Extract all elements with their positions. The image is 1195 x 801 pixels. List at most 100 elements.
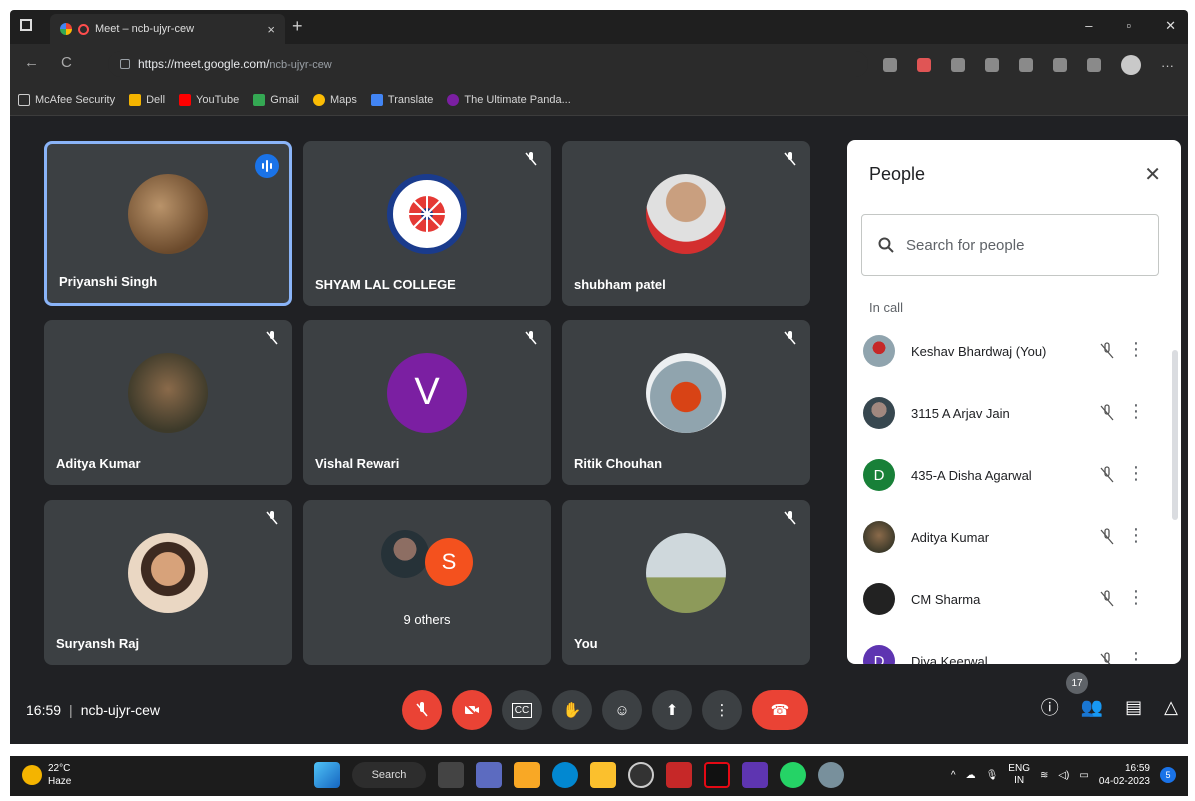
more-options-button[interactable]: ⋮	[702, 690, 742, 730]
lock-icon[interactable]	[120, 59, 130, 69]
people-icon[interactable]: 👥	[1081, 697, 1103, 718]
reader-icon[interactable]	[985, 58, 999, 72]
others-tile[interactable]: S 9 others	[303, 500, 551, 665]
bookmark-ultimate-panda[interactable]: The Ultimate Panda...	[447, 93, 571, 106]
battery-icon[interactable]: ▭	[1079, 770, 1088, 781]
store-icon[interactable]	[590, 762, 616, 788]
dell-icon[interactable]	[628, 762, 654, 788]
more-options-icon[interactable]: ⋮	[1127, 463, 1145, 484]
favorites-list-icon[interactable]	[1053, 58, 1067, 72]
more-options-icon[interactable]: ⋮	[1127, 339, 1145, 360]
volume-icon[interactable]: ◁)	[1058, 770, 1069, 781]
bookmark-translate[interactable]: Translate	[370, 93, 433, 106]
participant-tile[interactable]: shubham patel	[562, 141, 810, 306]
participant-name: Suryansh Raj	[56, 636, 140, 651]
reload-icon[interactable]: C	[61, 54, 72, 71]
leave-call-button[interactable]: ☎	[752, 690, 808, 730]
back-icon[interactable]: ←	[24, 54, 39, 71]
info-icon[interactable]: ⓘ	[1041, 694, 1059, 720]
mic-off-icon	[784, 511, 796, 525]
collections-icon[interactable]	[1087, 58, 1101, 72]
cloud-icon[interactable]: ☁	[966, 770, 976, 781]
camera-icon[interactable]	[883, 58, 897, 72]
participant-tile[interactable]: Suryansh Raj	[44, 500, 292, 665]
bookmark-mcafee[interactable]: McAfee Security	[18, 93, 115, 106]
close-tab-icon[interactable]: ×	[267, 22, 275, 37]
search-input[interactable]: Search for people	[861, 214, 1159, 276]
activities-icon[interactable]: △	[1164, 697, 1178, 718]
sidebar-toggle-icon[interactable]	[20, 19, 32, 31]
more-menu-icon[interactable]: ···	[1161, 58, 1174, 73]
mic-off-icon[interactable]	[1097, 465, 1117, 485]
read-aloud-icon[interactable]	[951, 58, 965, 72]
participant-tile[interactable]: Priyanshi Singh	[44, 141, 292, 306]
more-options-icon[interactable]: ⋮	[1127, 401, 1145, 422]
teams-icon[interactable]	[476, 762, 502, 788]
url-field[interactable]: https://meet.google.com/ncb-ujyr-cew	[108, 51, 868, 77]
edge-icon[interactable]	[552, 762, 578, 788]
more-options-icon[interactable]: ⋮	[1127, 525, 1145, 546]
participant-tile[interactable]: V Vishal Rewari	[303, 320, 551, 485]
present-button[interactable]: ⬆	[652, 690, 692, 730]
language-indicator[interactable]: ENG IN	[1008, 763, 1030, 787]
notification-badge[interactable]: 5	[1160, 767, 1176, 783]
windows-start-icon[interactable]	[314, 762, 340, 788]
window-controls: – ▫ ✕	[1085, 18, 1176, 34]
chevron-up-icon[interactable]: ^	[951, 770, 956, 781]
mic-off-icon[interactable]	[1097, 651, 1117, 664]
mic-off-icon[interactable]	[1097, 527, 1117, 547]
list-item[interactable]: D Diya Keerwal ⋮	[847, 630, 1181, 664]
mic-off-icon[interactable]	[1097, 589, 1117, 609]
file-explorer-icon[interactable]	[514, 762, 540, 788]
more-options-icon[interactable]: ⋮	[1127, 649, 1145, 664]
new-tab-button[interactable]: +	[292, 16, 303, 37]
camera-toggle-button[interactable]	[452, 690, 492, 730]
clock[interactable]: 16:59 04-02-2023	[1099, 762, 1150, 788]
browser-tab[interactable]: Meet – ncb-ujyr-cew ×	[50, 14, 285, 44]
extension-icon[interactable]	[917, 58, 931, 72]
emoji-button[interactable]: ☺	[602, 690, 642, 730]
bookmark-youtube[interactable]: YouTube	[179, 93, 239, 106]
mic-off-icon[interactable]	[1097, 403, 1117, 423]
close-icon[interactable]: ✕	[1144, 162, 1161, 187]
participant-tile[interactable]: Aditya Kumar	[44, 320, 292, 485]
whatsapp-icon[interactable]	[780, 762, 806, 788]
captions-button[interactable]: CC	[502, 690, 542, 730]
taskbar-search[interactable]: Search	[352, 762, 426, 788]
bookmark-gmail[interactable]: Gmail	[253, 93, 299, 106]
mic-off-icon[interactable]	[1097, 341, 1117, 361]
participant-tile[interactable]: SHYAM LAL COLLEGE	[303, 141, 551, 306]
settings-icon[interactable]	[818, 762, 844, 788]
list-item[interactable]: Aditya Kumar ⋮	[847, 506, 1181, 568]
weather-widget[interactable]: 22°C Haze	[22, 762, 71, 788]
participant-tile[interactable]: Ritik Chouhan	[562, 320, 810, 485]
task-view-icon[interactable]	[438, 762, 464, 788]
more-options-icon[interactable]: ⋮	[1127, 587, 1145, 608]
raise-hand-button[interactable]: ✋	[552, 690, 592, 730]
mcafee-icon[interactable]	[666, 762, 692, 788]
prime-video-icon[interactable]	[742, 762, 768, 788]
mic-toggle-button[interactable]	[402, 690, 442, 730]
profile-avatar[interactable]	[1121, 55, 1141, 75]
list-item[interactable]: Keshav Bhardwaj (You) ⋮	[847, 320, 1181, 382]
self-tile[interactable]: You	[562, 500, 810, 665]
person-name: 435-A Disha Agarwal	[911, 467, 1032, 483]
netflix-icon[interactable]	[704, 762, 730, 788]
list-item[interactable]: D 435-A Disha Agarwal ⋮	[847, 444, 1181, 506]
chat-icon[interactable]: ▤	[1125, 697, 1142, 718]
participant-initial-avatar: V	[387, 352, 467, 433]
bookmark-maps[interactable]: Maps	[313, 93, 357, 106]
list-item[interactable]: CM Sharma ⋮	[847, 568, 1181, 630]
mic-icon[interactable]: 🎙	[986, 770, 999, 781]
tab-title: Meet – ncb-ujyr-cew	[95, 23, 195, 35]
minimize-button[interactable]: –	[1085, 18, 1092, 34]
favorite-icon[interactable]	[1019, 58, 1033, 72]
maximize-button[interactable]: ▫	[1126, 18, 1131, 34]
list-item[interactable]: 3115 A Arjav Jain ⋮	[847, 382, 1181, 444]
wifi-icon[interactable]: ≋	[1040, 770, 1048, 781]
extensions: ···	[883, 55, 1174, 75]
bookmarks-bar: McAfee Security Dell YouTube Gmail Maps …	[10, 84, 1188, 116]
close-window-button[interactable]: ✕	[1165, 18, 1176, 34]
bookmark-dell[interactable]: Dell	[129, 93, 165, 106]
emoji-icon: ☺	[614, 701, 630, 719]
